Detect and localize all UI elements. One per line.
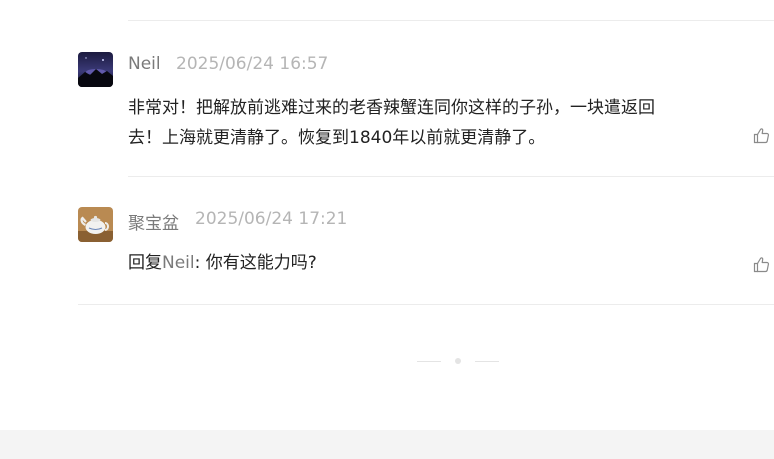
comment-author[interactable]: 聚宝盆 — [128, 209, 179, 234]
comment-item: Neil 2025/06/24 16:57 非常对！把解放前逃难过来的老香辣蟹连… — [78, 52, 774, 152]
teapot-icon — [78, 207, 113, 242]
divider-top — [128, 20, 774, 21]
night-landscape-icon — [78, 52, 113, 87]
thumbs-up-icon — [753, 128, 770, 144]
loading-line-right — [475, 361, 499, 362]
reply-prefix: 回复 — [128, 253, 162, 273]
loading-indicator — [417, 355, 499, 367]
thumbs-up-icon — [753, 257, 770, 273]
comment-content: 回复Neil: 你有这能力吗? — [128, 248, 688, 278]
comment-divider — [128, 176, 774, 177]
loading-dot — [455, 358, 461, 364]
comment-time: 2025/06/24 17:21 — [195, 209, 348, 229]
comment-content: 非常对！把解放前逃难过来的老香辣蟹连同你这样的子孙，一块遣返回 去！上海就更清静… — [128, 93, 688, 153]
like-button[interactable] — [753, 256, 770, 273]
loading-line-left — [417, 361, 441, 362]
reply-mention[interactable]: Neil — [162, 253, 195, 273]
reply-text: : 你有这能力吗? — [194, 253, 317, 273]
comment-list: Neil 2025/06/24 16:57 非常对！把解放前逃难过来的老香辣蟹连… — [0, 0, 774, 430]
comment-divider — [78, 304, 774, 305]
footer-background — [0, 430, 774, 459]
comment-time: 2025/06/24 16:57 — [176, 54, 329, 74]
user-avatar-jubaopen[interactable] — [78, 207, 113, 242]
comment-content-line: 去！上海就更清静了。恢复到1840年以前就更清静了。 — [128, 128, 546, 148]
comment-content-line: 非常对！把解放前逃难过来的老香辣蟹连同你这样的子孙，一块遣返回 — [128, 98, 655, 118]
like-button[interactable] — [753, 127, 770, 144]
comment-author[interactable]: Neil — [128, 54, 161, 74]
comment-item: 聚宝盆 2025/06/24 17:21 回复Neil: 你有这能力吗? — [78, 207, 774, 277]
user-avatar-neil[interactable] — [78, 52, 113, 87]
